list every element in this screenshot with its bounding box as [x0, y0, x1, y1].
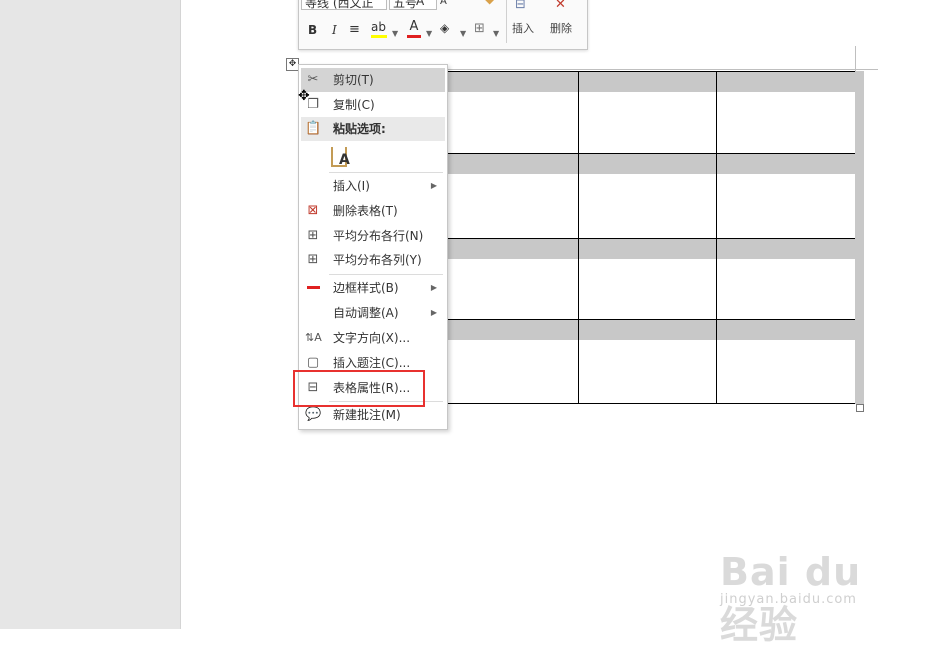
text-direction-icon: ⇅A: [305, 331, 322, 344]
chevron-right-icon: ▶: [430, 283, 437, 292]
border-style-icon: [307, 286, 320, 289]
menu-item-text-direction[interactable]: ⇅A 文字方向(X)...: [301, 326, 445, 350]
table-cell[interactable]: [577, 238, 718, 320]
table-cell[interactable]: [438, 71, 579, 154]
chevron-down-icon[interactable]: ▼: [392, 26, 398, 42]
table-cell[interactable]: [438, 319, 579, 404]
table-cell[interactable]: [716, 319, 856, 404]
mini-toolbar: 等线 (西文正 五号 A A ◆ B I ≡ ab ▼ A ▼ ◈ ▼ ⊞ ▼ …: [298, 0, 588, 50]
menu-separator: [329, 274, 443, 275]
watermark-url: jingyan.baidu.com: [720, 592, 857, 607]
table-guide-right: [855, 46, 856, 71]
menu-item-border-style[interactable]: 边框样式(B) ▶: [301, 276, 445, 300]
highlight-outline: [293, 370, 425, 407]
insert-button-label[interactable]: 插入: [512, 20, 534, 36]
table-cell[interactable]: [716, 71, 856, 154]
paste-text-only-label: A: [339, 152, 350, 168]
menu-item-label: 删除表格(T): [333, 204, 398, 218]
menu-item-label: 剪切(T): [333, 73, 374, 87]
table-resize-handle[interactable]: [856, 404, 864, 412]
font-color-icon[interactable]: A: [407, 19, 421, 38]
chevron-right-icon: ▶: [430, 308, 437, 317]
menu-item-cut[interactable]: ✂ 剪切(T): [301, 68, 445, 92]
menu-item-insert[interactable]: 插入(I) ▶: [301, 174, 445, 198]
menu-item-label: 插入(I): [333, 179, 370, 193]
menu-item-label: 边框样式(B): [333, 281, 399, 295]
table-cell[interactable]: [577, 153, 718, 239]
distribute-columns-icon: ⊞: [307, 252, 319, 267]
table-cell[interactable]: [716, 238, 856, 320]
chevron-down-icon[interactable]: ▼: [426, 26, 432, 42]
scissors-icon: ✂: [307, 72, 319, 87]
table-cell[interactable]: [438, 238, 579, 320]
menu-item-distribute-rows[interactable]: ⊞ 平均分布各行(N): [301, 224, 445, 248]
insert-caption-icon: ▢: [306, 355, 320, 370]
table-right-shading: [855, 71, 864, 404]
menu-item-delete-table[interactable]: ⊠ 删除表格(T): [301, 199, 445, 223]
italic-button[interactable]: I: [332, 22, 337, 38]
align-center-icon[interactable]: ≡: [349, 22, 360, 38]
menu-item-label: 复制(C): [333, 98, 375, 112]
left-gray-margin: [0, 0, 181, 629]
table-cell[interactable]: [577, 319, 718, 404]
menu-item-distribute-columns[interactable]: ⊞ 平均分布各列(Y): [301, 248, 445, 272]
format-painter-icon[interactable]: ◆: [485, 0, 494, 7]
chevron-down-icon[interactable]: ▼: [493, 26, 499, 42]
menu-separator: [329, 172, 443, 173]
menu-item-copy[interactable]: ❐ 复制(C): [301, 93, 445, 117]
menu-item-label: 平均分布各列(Y): [333, 253, 422, 267]
menu-item-label: 平均分布各行(N): [333, 229, 424, 243]
grow-font-button[interactable]: A: [416, 0, 424, 9]
bold-button[interactable]: B: [308, 22, 317, 38]
font-name-box[interactable]: 等线 (西文正: [301, 0, 387, 10]
highlight-icon[interactable]: ab: [371, 19, 387, 38]
menu-item-label: 文字方向(X)...: [333, 331, 411, 345]
shrink-font-button[interactable]: A: [440, 0, 447, 10]
divider: [506, 0, 507, 43]
menu-item-auto-fit[interactable]: 自动调整(A) ▶: [301, 301, 445, 325]
paste-options-header: 📋 粘贴选项:: [301, 117, 445, 141]
borders-icon[interactable]: ⊞: [474, 21, 485, 37]
delete-button-label[interactable]: 删除: [550, 20, 572, 36]
distribute-rows-icon: ⊞: [307, 228, 319, 243]
table-cell[interactable]: [438, 153, 579, 239]
move-cursor-icon: ✥: [298, 88, 310, 104]
table-cell[interactable]: [716, 153, 856, 239]
delete-table-icon[interactable]: ✕: [555, 0, 566, 13]
delete-table-icon: ⊠: [307, 203, 319, 218]
new-comment-icon: 💬: [305, 407, 322, 422]
paste-icon: 📋: [305, 121, 322, 136]
paste-text-only-button[interactable]: A: [301, 143, 445, 171]
menu-item-label: 粘贴选项:: [333, 122, 386, 136]
menu-item-label: 自动调整(A): [333, 306, 399, 320]
chevron-down-icon[interactable]: ▼: [460, 26, 466, 42]
table-cell[interactable]: [577, 71, 718, 154]
chevron-right-icon: ▶: [430, 181, 437, 190]
table-guide-top: [446, 69, 878, 70]
shading-icon[interactable]: ◈: [440, 20, 449, 36]
insert-table-icon[interactable]: ⊟: [515, 0, 526, 13]
font-size-box[interactable]: 五号: [389, 0, 437, 10]
baidu-watermark: Bai du 经验 jingyan.baidu.com: [720, 520, 900, 647]
